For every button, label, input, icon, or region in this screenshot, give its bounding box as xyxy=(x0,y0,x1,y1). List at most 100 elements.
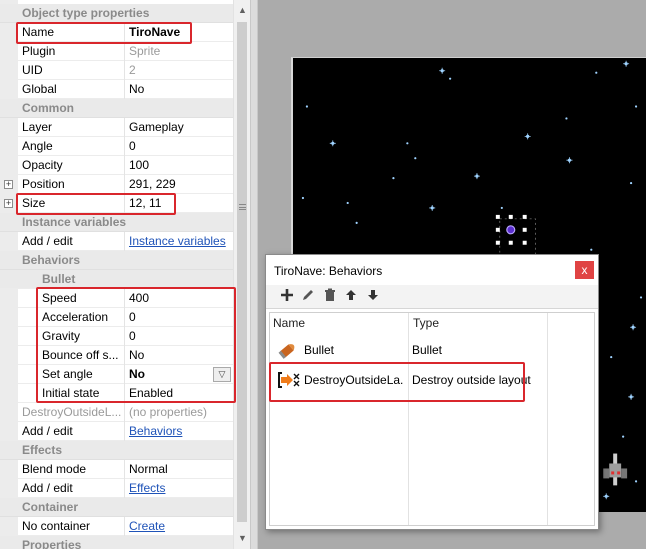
behavior-row-bullet[interactable]: Bullet Bullet xyxy=(270,335,594,365)
property-row-size[interactable]: + Size 12, 11 xyxy=(0,194,233,213)
selected-sprite-tironave[interactable] xyxy=(495,214,536,255)
close-button[interactable]: x xyxy=(575,261,594,279)
subcategory-bullet[interactable]: Bullet xyxy=(0,270,233,289)
property-value[interactable]: 400 xyxy=(129,289,229,308)
column-separator xyxy=(124,42,125,61)
star xyxy=(634,105,638,108)
property-label: Add / edit xyxy=(22,424,73,438)
column-separator xyxy=(124,460,125,479)
property-row-global[interactable]: Global No xyxy=(0,80,233,99)
property-row-no-container[interactable]: No container Create xyxy=(0,517,233,536)
property-row-name[interactable]: Name TiroNave xyxy=(0,23,233,42)
star xyxy=(392,177,395,180)
properties-panel: Object type properties Name TiroNave Plugin… xyxy=(0,0,250,549)
property-row-bounce-off-s[interactable]: Bounce off s... No xyxy=(0,346,233,365)
property-row-angle[interactable]: Angle 0 xyxy=(0,137,233,156)
scroll-thumb[interactable] xyxy=(237,22,247,522)
column-separator xyxy=(124,289,125,308)
property-value[interactable]: 291, 229 xyxy=(129,175,229,194)
property-label: Name xyxy=(22,25,55,39)
star xyxy=(595,71,598,74)
property-link[interactable]: Create xyxy=(129,517,229,536)
property-row-plugin[interactable]: Plugin Sprite xyxy=(0,42,233,61)
property-row-add-edit[interactable]: Add / edit Instance variables xyxy=(0,232,233,251)
delete-behavior-button[interactable] xyxy=(321,288,339,306)
property-label: Plugin xyxy=(22,44,56,58)
column-separator xyxy=(124,346,125,365)
property-row-opacity[interactable]: Opacity 100 xyxy=(0,156,233,175)
expand-plus-icon[interactable]: + xyxy=(4,180,13,189)
property-value[interactable]: 0 xyxy=(129,327,229,346)
property-row-blend-mode[interactable]: Blend mode Normal xyxy=(0,460,233,479)
property-row-gravity[interactable]: Gravity 0 xyxy=(0,327,233,346)
star xyxy=(610,355,613,359)
column-separator xyxy=(124,175,125,194)
property-value[interactable]: 0 xyxy=(129,137,229,156)
property-value[interactable]: No xyxy=(129,346,229,365)
edit-behavior-button[interactable] xyxy=(299,288,317,306)
star xyxy=(305,105,309,108)
add-behavior-button[interactable] xyxy=(278,288,296,306)
category-behaviors[interactable]: Behaviors xyxy=(0,251,233,270)
category-label: Common xyxy=(22,101,74,115)
property-label: Bounce off s... xyxy=(42,348,119,362)
property-row-initial-state[interactable]: Initial state Enabled xyxy=(0,384,233,403)
property-row-add-edit[interactable]: Add / edit Behaviors xyxy=(0,422,233,441)
dropdown-chevron-icon[interactable]: ▽ xyxy=(213,367,231,382)
behavior-row-destroyoutsidelayout[interactable]: DestroyOutsideLa... Destroy outside layo… xyxy=(270,365,594,395)
category-object-type-properties[interactable]: Object type properties xyxy=(0,4,233,23)
property-value[interactable]: Gameplay xyxy=(129,118,229,137)
behavior-type: Bullet xyxy=(412,343,443,357)
star-glow xyxy=(524,133,531,140)
property-row-uid[interactable]: UID 2 xyxy=(0,61,233,80)
move-up-button[interactable] xyxy=(342,288,360,306)
property-label: Layer xyxy=(22,120,53,134)
property-value[interactable]: Enabled xyxy=(129,384,229,403)
player-ship-sprite[interactable] xyxy=(603,453,628,486)
property-label: Gravity xyxy=(42,329,81,343)
star-glow xyxy=(628,393,635,400)
star-glow xyxy=(566,157,573,164)
property-link[interactable]: Instance variables xyxy=(129,232,229,251)
panel-splitter[interactable] xyxy=(250,0,258,549)
property-value[interactable]: 100 xyxy=(129,156,229,175)
category-instance-variables[interactable]: Instance variables xyxy=(0,213,233,232)
property-link[interactable]: Effects xyxy=(129,479,229,498)
star xyxy=(449,77,452,80)
category-common[interactable]: Common xyxy=(0,99,233,118)
property-row-layer[interactable]: Layer Gameplay xyxy=(0,118,233,137)
star-glow xyxy=(429,204,436,211)
star xyxy=(629,181,633,185)
property-row-position[interactable]: + Position 291, 229 xyxy=(0,175,233,194)
category-properties[interactable]: Properties xyxy=(0,536,233,549)
column-separator xyxy=(124,327,125,346)
category-effects[interactable]: Effects xyxy=(0,441,233,460)
property-value[interactable]: 0 xyxy=(129,308,229,327)
property-row-add-edit[interactable]: Add / edit Effects xyxy=(0,479,233,498)
star xyxy=(565,117,568,120)
expand-plus-icon[interactable]: + xyxy=(4,199,13,208)
property-row-acceleration[interactable]: Acceleration 0 xyxy=(0,308,233,327)
property-value[interactable]: 12, 11 xyxy=(129,194,229,213)
category-container[interactable]: Container xyxy=(0,498,233,517)
arrow-up-icon xyxy=(346,290,356,300)
arrow-down-icon xyxy=(368,290,378,300)
trash-icon xyxy=(325,288,335,301)
property-link[interactable]: Behaviors xyxy=(129,422,229,441)
move-down-button[interactable] xyxy=(364,288,382,306)
property-value[interactable]: Normal xyxy=(129,460,229,479)
property-row-destroyoutsidel[interactable]: DestroyOutsideL... (no properties) xyxy=(0,403,233,422)
property-row-speed[interactable]: Speed 400 xyxy=(0,289,233,308)
property-value[interactable]: No xyxy=(129,80,229,99)
star xyxy=(301,196,305,200)
scroll-down-arrow-icon[interactable]: ▼ xyxy=(234,530,250,547)
property-value[interactable]: TiroNave xyxy=(129,23,229,42)
column-header-type[interactable]: Type xyxy=(413,313,439,333)
category-label: Instance variables xyxy=(22,215,127,229)
properties-scrollbar[interactable]: ▲ ▼ xyxy=(233,0,250,549)
star xyxy=(622,435,625,438)
scroll-up-arrow-icon[interactable]: ▲ xyxy=(234,2,250,19)
column-header-name[interactable]: Name xyxy=(273,313,305,333)
column-separator xyxy=(124,479,125,498)
property-row-set-angle[interactable]: Set angle No ▽ xyxy=(0,365,233,384)
